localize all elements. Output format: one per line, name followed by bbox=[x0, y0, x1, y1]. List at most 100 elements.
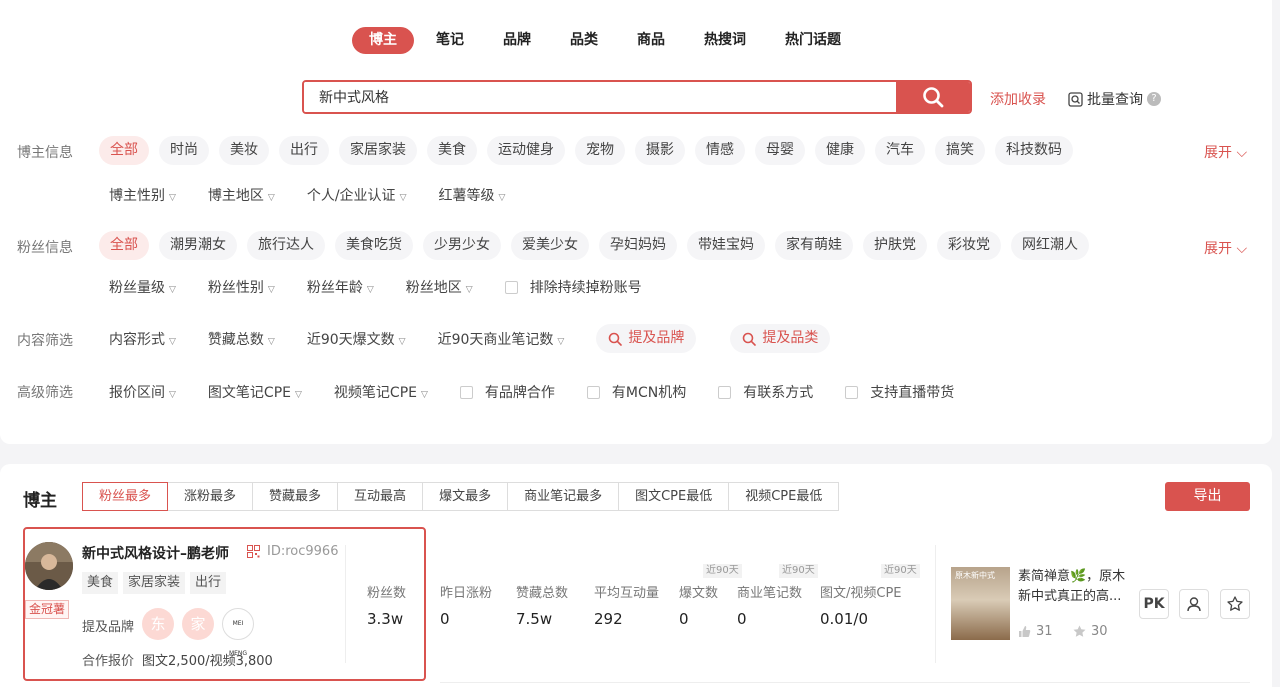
chip-blogger-category[interactable]: 美食 bbox=[427, 136, 477, 165]
chip-fan-category[interactable]: 少男少女 bbox=[423, 231, 501, 260]
category-tabs: 博主 笔记 品牌 品类 商品 热搜词 热门话题 bbox=[352, 27, 863, 54]
chip-blogger-category[interactable]: 运动健身 bbox=[487, 136, 565, 165]
chip-blogger-category[interactable]: 家居家装 bbox=[339, 136, 417, 165]
dropdown-commercial-notes[interactable]: 近90天商业笔记数 ▽ bbox=[438, 329, 565, 349]
chip-blogger-category[interactable]: 出行 bbox=[279, 136, 329, 165]
avatar[interactable] bbox=[25, 542, 73, 590]
blogger-tag: 出行 bbox=[190, 572, 227, 594]
dropdown-blogger-region[interactable]: 博主地区 ▽ bbox=[208, 185, 275, 205]
tab-hot-search[interactable]: 热搜词 bbox=[687, 27, 763, 54]
blogger-id: ID:roc9966 bbox=[267, 544, 339, 559]
note-thumbnail[interactable]: 原木新中式 bbox=[951, 567, 1010, 640]
blogger-name[interactable]: 新中式风格设计–鹏老师 bbox=[82, 543, 229, 563]
add-record-link[interactable]: 添加收录 bbox=[990, 89, 1046, 109]
dropdown-content-format[interactable]: 内容形式 ▽ bbox=[109, 329, 176, 349]
sort-most-likes[interactable]: 赞藏最多 bbox=[252, 482, 339, 511]
brand-logo[interactable]: 东 bbox=[142, 608, 174, 640]
divider bbox=[345, 545, 346, 663]
search-input[interactable] bbox=[304, 82, 896, 112]
dropdown-blogger-gender[interactable]: 博主性别 ▽ bbox=[109, 185, 176, 205]
dropdown-image-cpe[interactable]: 图文笔记CPE ▽ bbox=[208, 382, 302, 402]
mention-brand-search[interactable]: 提及品牌 bbox=[596, 324, 697, 353]
chip-fan-category[interactable]: 美食吃货 bbox=[335, 231, 413, 260]
chip-fan-category[interactable]: 孕妇妈妈 bbox=[599, 231, 677, 260]
chip-fan-category[interactable]: 家有萌娃 bbox=[775, 231, 853, 260]
advanced-dropdowns: 报价区间 ▽ 图文笔记CPE ▽ 视频笔记CPE ▽ 有品牌合作 有MCN机构 有联系… bbox=[109, 382, 986, 402]
sort-most-fans[interactable]: 粉丝最多 bbox=[82, 482, 169, 511]
chip-blogger-category[interactable]: 宠物 bbox=[575, 136, 625, 165]
chevron-down-icon: ▽ bbox=[557, 336, 565, 347]
sort-video-cpe[interactable]: 视频CPE最低 bbox=[728, 482, 840, 511]
dropdown-label: 报价区间 bbox=[109, 385, 165, 401]
sort-viral[interactable]: 爆文最多 bbox=[422, 482, 509, 511]
mention-category-label: 提及品类 bbox=[762, 330, 819, 346]
pk-button[interactable]: PK bbox=[1139, 589, 1169, 619]
chip-blogger-category[interactable]: 健康 bbox=[815, 136, 865, 165]
chip-blogger-category[interactable]: 搞笑 bbox=[935, 136, 985, 165]
dropdown-fan-gender[interactable]: 粉丝性别 ▽ bbox=[208, 277, 275, 297]
chip-fan-category[interactable]: 网红潮人 bbox=[1011, 231, 1089, 260]
chip-fan-all[interactable]: 全部 bbox=[99, 231, 149, 260]
tab-product[interactable]: 商品 bbox=[620, 27, 682, 54]
batch-query-button[interactable]: 批量查询 ? bbox=[1068, 89, 1161, 109]
dropdown-certification[interactable]: 个人/企业认证 ▽ bbox=[307, 185, 407, 205]
search-button[interactable] bbox=[896, 82, 970, 112]
export-button[interactable]: 导出 bbox=[1165, 482, 1250, 511]
help-icon[interactable]: ? bbox=[1147, 92, 1161, 106]
checkbox-box bbox=[459, 385, 473, 399]
checkbox-label: 有品牌合作 bbox=[484, 385, 555, 401]
chip-blogger-category[interactable]: 汽车 bbox=[875, 136, 925, 165]
dropdown-fan-age[interactable]: 粉丝年龄 ▽ bbox=[307, 277, 374, 297]
chip-blogger-category[interactable]: 摄影 bbox=[635, 136, 685, 165]
chip-blogger-category[interactable]: 时尚 bbox=[159, 136, 209, 165]
dropdown-viral-notes[interactable]: 近90天爆文数 ▽ bbox=[307, 329, 406, 349]
checkbox-box bbox=[845, 385, 859, 399]
brand-logo[interactable]: MEI MENG bbox=[222, 608, 254, 657]
favorite-button[interactable] bbox=[1220, 589, 1250, 619]
dropdown-fan-region[interactable]: 粉丝地区 ▽ bbox=[406, 277, 473, 297]
tab-category[interactable]: 品类 bbox=[553, 27, 615, 54]
sort-image-cpe[interactable]: 图文CPE最低 bbox=[618, 482, 730, 511]
tab-brand[interactable]: 品牌 bbox=[486, 27, 548, 54]
chip-blogger-category[interactable]: 情感 bbox=[695, 136, 745, 165]
checkbox-exclude-losing-fans[interactable]: 排除持续掉粉账号 bbox=[504, 277, 642, 297]
note-title[interactable]: 素简禅意🌿，原木新中式真正的高... bbox=[1018, 567, 1128, 607]
sort-interaction[interactable]: 互动最高 bbox=[337, 482, 424, 511]
dropdown-total-likes[interactable]: 赞藏总数 ▽ bbox=[208, 329, 275, 349]
chip-fan-category[interactable]: 护肤党 bbox=[863, 231, 927, 260]
sort-commercial[interactable]: 商业笔记最多 bbox=[507, 482, 620, 511]
chip-blogger-category[interactable]: 美妆 bbox=[219, 136, 269, 165]
dropdown-price-range[interactable]: 报价区间 ▽ bbox=[109, 382, 176, 402]
contact-button[interactable] bbox=[1179, 589, 1209, 619]
qr-code-icon[interactable] bbox=[247, 545, 260, 562]
dropdown-label: 粉丝年龄 bbox=[306, 280, 363, 296]
fan-expand-button[interactable]: 展开 ⌵ bbox=[1204, 238, 1247, 258]
tab-notes[interactable]: 笔记 bbox=[419, 27, 481, 54]
sort-fan-growth[interactable]: 涨粉最多 bbox=[167, 482, 254, 511]
chevron-down-icon: ▽ bbox=[169, 193, 176, 203]
blogger-expand-button[interactable]: 展开 ⌵ bbox=[1204, 142, 1247, 162]
chip-blogger-all[interactable]: 全部 bbox=[99, 136, 149, 165]
tab-hot-topics[interactable]: 热门话题 bbox=[768, 27, 858, 54]
blogger-tags: 美食 家居家装 出行 bbox=[82, 572, 227, 594]
blogger-dropdowns: 博主性别 ▽ 博主地区 ▽ 个人/企业认证 ▽ 红薯等级 ▽ bbox=[109, 185, 537, 205]
mention-category-search[interactable]: 提及品类 bbox=[730, 324, 831, 353]
chip-fan-category[interactable]: 爱美少女 bbox=[511, 231, 589, 260]
tab-blogger[interactable]: 博主 bbox=[352, 27, 414, 54]
chip-fan-category[interactable]: 潮男潮女 bbox=[159, 231, 237, 260]
dropdown-fan-count[interactable]: 粉丝量级 ▽ bbox=[109, 277, 176, 297]
chip-blogger-category[interactable]: 科技数码 bbox=[995, 136, 1073, 165]
checkbox-mcn[interactable]: 有MCN机构 bbox=[586, 382, 686, 402]
chip-blogger-category[interactable]: 母婴 bbox=[755, 136, 805, 165]
dropdown-video-cpe[interactable]: 视频笔记CPE ▽ bbox=[334, 382, 428, 402]
filter-panel bbox=[0, 0, 1272, 444]
dropdown-level[interactable]: 红薯等级 ▽ bbox=[438, 185, 505, 205]
checkbox-brand-cooperation[interactable]: 有品牌合作 bbox=[459, 382, 555, 402]
checkbox-contact[interactable]: 有联系方式 bbox=[718, 382, 813, 402]
chip-fan-category[interactable]: 旅行达人 bbox=[247, 231, 325, 260]
checkbox-live-sales[interactable]: 支持直播带货 bbox=[845, 382, 954, 402]
chip-fan-category[interactable]: 带娃宝妈 bbox=[687, 231, 765, 260]
chip-fan-category[interactable]: 彩妆党 bbox=[937, 231, 1001, 260]
brand-logo[interactable]: 家 bbox=[182, 608, 214, 640]
chevron-down-icon: ▽ bbox=[267, 336, 275, 347]
